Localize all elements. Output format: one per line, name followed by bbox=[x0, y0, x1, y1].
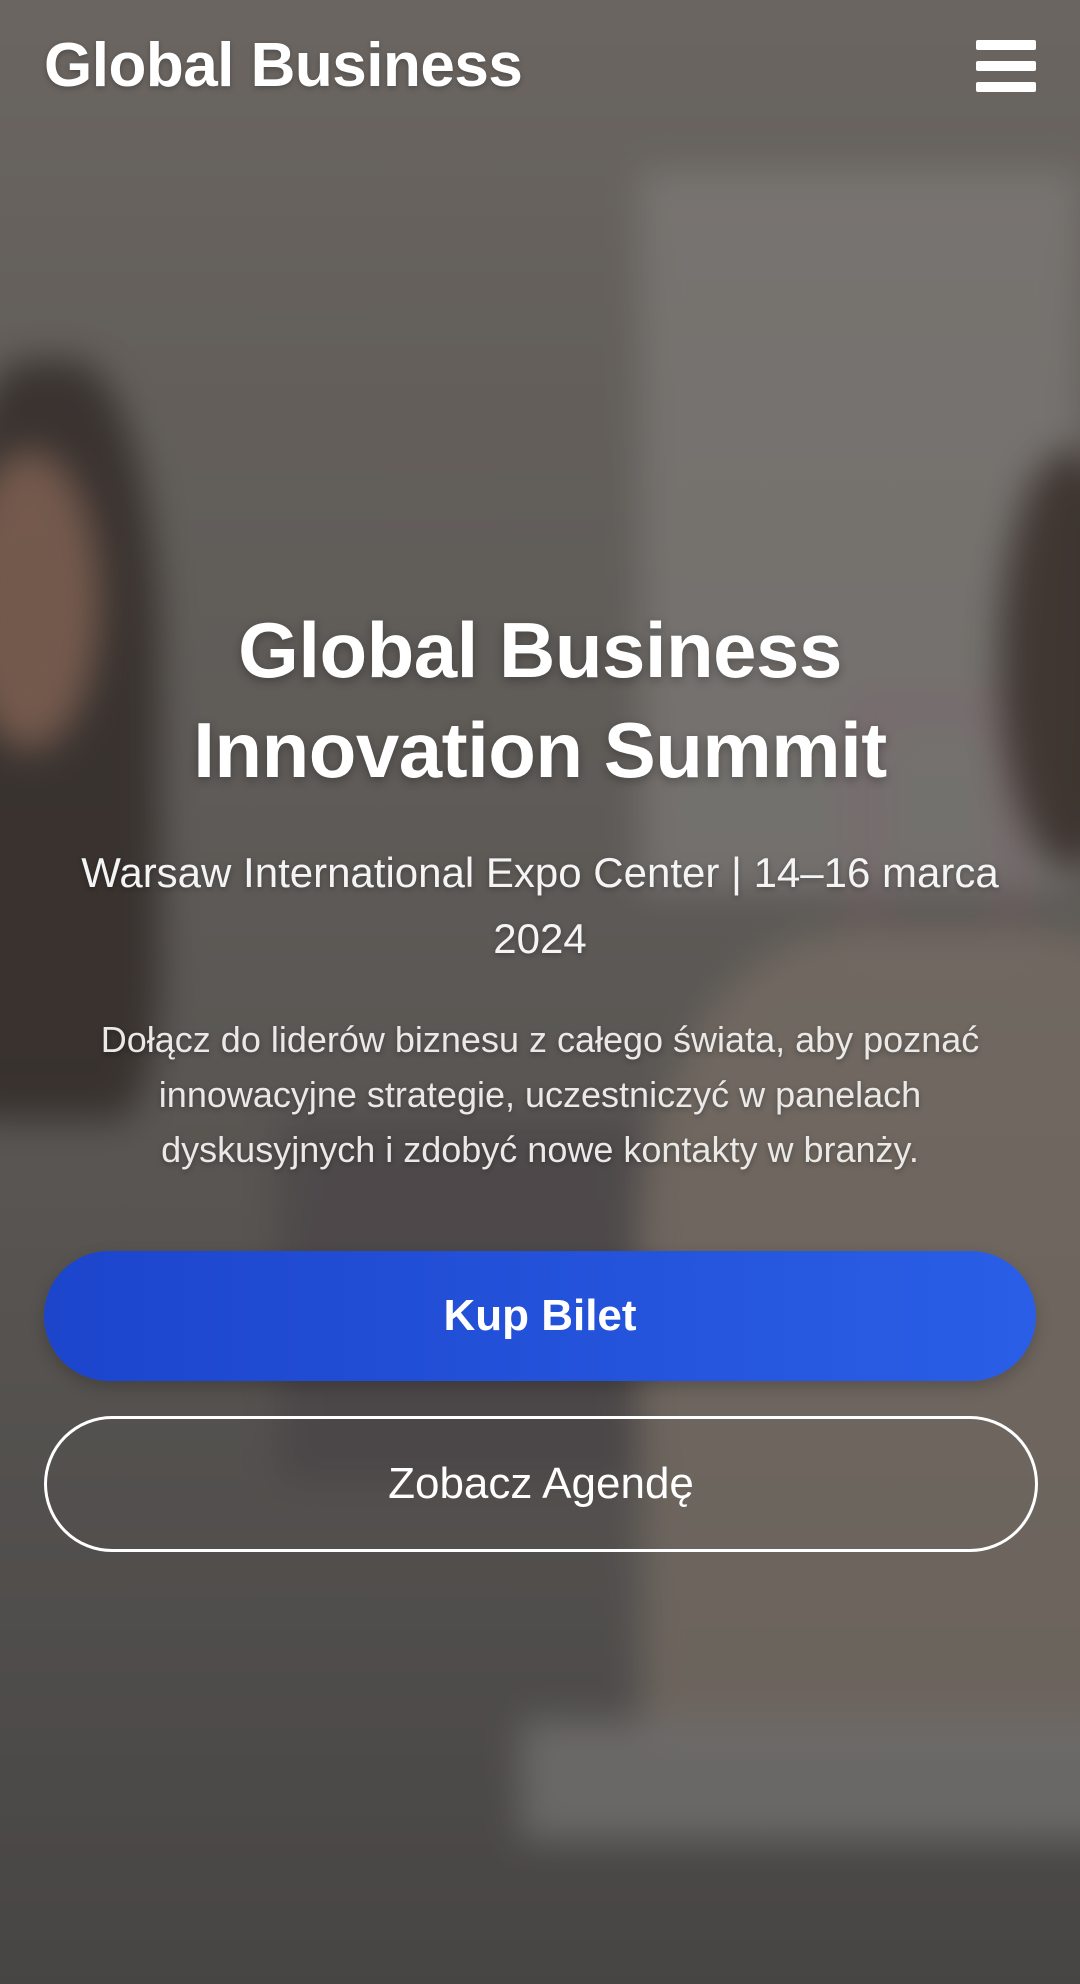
hamburger-menu-icon[interactable] bbox=[976, 38, 1036, 94]
hero-content: Global Business Innovation Summit Warsaw… bbox=[44, 600, 1036, 1177]
brand-logo[interactable]: Global Business bbox=[44, 30, 523, 102]
event-title-line1: Global Business bbox=[238, 606, 842, 694]
event-title-line2: Innovation Summit bbox=[193, 706, 887, 794]
event-description: Dołącz do liderów biznesu z całego świat… bbox=[100, 1019, 980, 1170]
hero-section: Global Business Global Business Innovati… bbox=[0, 0, 1080, 1984]
buy-ticket-button[interactable]: Kup Bilet bbox=[44, 1251, 1036, 1381]
event-title: Global Business Innovation Summit bbox=[44, 600, 1036, 800]
event-location-date: Warsaw International Expo Center | 14–16… bbox=[81, 849, 999, 962]
view-agenda-button[interactable]: Zobacz Agendę bbox=[44, 1416, 1038, 1552]
